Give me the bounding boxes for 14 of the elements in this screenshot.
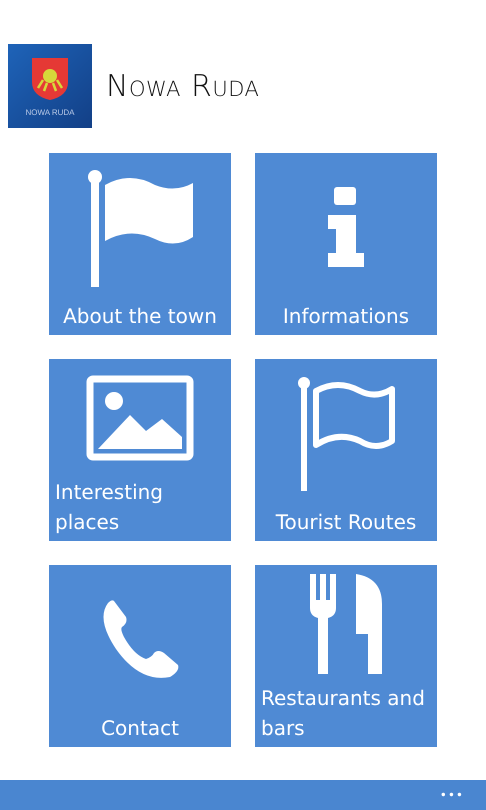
menu-tile[interactable]: Interesting places (49, 359, 231, 541)
image-icon (86, 375, 194, 461)
app-title: Nowa Ruda (106, 68, 260, 104)
menu-tile[interactable]: Tourist Routes (255, 359, 437, 541)
logo-caption: NOWA RUDA (25, 108, 75, 116)
flag-icon (85, 167, 195, 287)
flag-outline-icon (296, 375, 396, 491)
more-button[interactable]: ••• (440, 788, 464, 802)
shield-icon (30, 56, 70, 102)
info-icon (326, 187, 366, 267)
menu-tile[interactable]: Informations (255, 153, 437, 335)
menu-tile[interactable]: Contact (49, 565, 231, 747)
menu-tile[interactable]: Restaurants and bars (255, 565, 437, 747)
menu-tile[interactable]: About the town (49, 153, 231, 335)
